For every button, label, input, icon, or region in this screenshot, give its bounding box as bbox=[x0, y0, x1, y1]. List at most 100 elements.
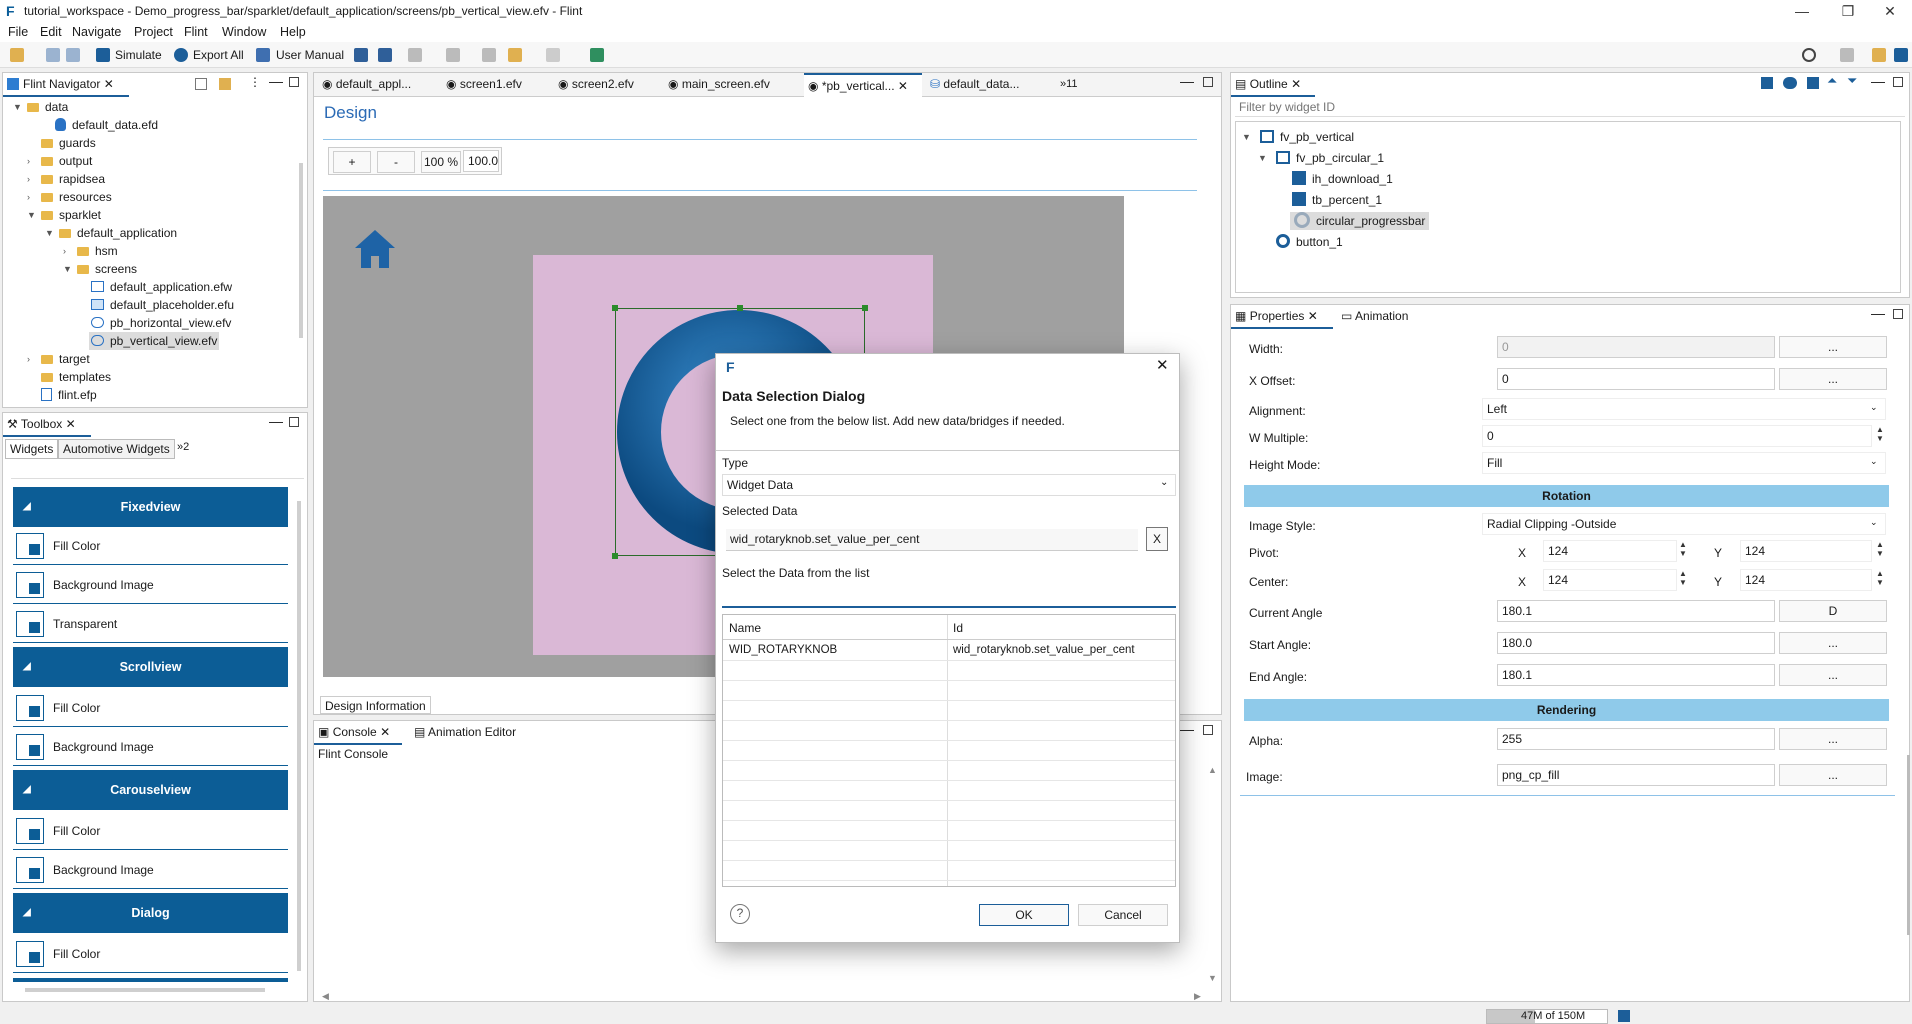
minimize-icon[interactable]: — bbox=[269, 413, 283, 429]
close-icon[interactable]: ✕ bbox=[1156, 356, 1169, 374]
image-field[interactable]: png_cp_fill bbox=[1497, 764, 1775, 786]
export-all-button[interactable]: Export All bbox=[193, 48, 244, 62]
close-window-button[interactable]: ✕ bbox=[1868, 0, 1912, 22]
tree-file-pb-vertical[interactable]: pb_vertical_view.efv bbox=[89, 332, 220, 350]
minimize-icon[interactable]: — bbox=[1180, 721, 1194, 737]
maximize-icon[interactable] bbox=[1893, 77, 1903, 87]
menu-help[interactable]: Help bbox=[280, 25, 306, 39]
zoom-out-button[interactable]: - bbox=[377, 151, 415, 173]
tree-folder-sparklet[interactable]: ▼ sparklet bbox=[27, 206, 101, 224]
pivot-x-field[interactable]: 124 bbox=[1543, 540, 1677, 562]
selected-data-field[interactable]: wid_rotaryknob.set_value_per_cent bbox=[726, 529, 1138, 551]
tab-console[interactable]: ▣ Console ✕ bbox=[314, 721, 402, 745]
gc-icon[interactable] bbox=[1618, 1010, 1630, 1022]
more-editor-tabs[interactable]: »11 bbox=[1056, 73, 1086, 97]
close-icon[interactable]: ✕ bbox=[1308, 309, 1318, 323]
section-fixedview[interactable]: ◢ Fixedview bbox=[13, 487, 288, 527]
link-editor-icon[interactable] bbox=[219, 78, 231, 90]
ok-button[interactable]: OK bbox=[979, 904, 1069, 926]
maximize-icon[interactable] bbox=[1203, 77, 1213, 87]
minimize-icon[interactable]: — bbox=[1871, 305, 1885, 321]
image-style-select[interactable]: Radial Clipping -Outside bbox=[1482, 513, 1886, 535]
resize-handle[interactable] bbox=[612, 553, 618, 559]
section-carouselview[interactable]: ◢ Carouselview bbox=[13, 770, 288, 810]
alpha-field[interactable]: 255 bbox=[1497, 728, 1775, 750]
tab-pb-vertical[interactable]: ◉ *pb_vertical... ✕ bbox=[804, 73, 922, 97]
tool-icon[interactable] bbox=[408, 48, 422, 62]
move-down-icon[interactable]: ⏷ bbox=[1847, 73, 1857, 89]
forward-arrow-icon[interactable] bbox=[546, 48, 560, 62]
save-icon[interactable] bbox=[46, 48, 60, 62]
widget-fill-color[interactable]: Fill Color bbox=[13, 935, 288, 973]
more-tabs[interactable]: »2 bbox=[177, 441, 189, 453]
tree-folder-default-application[interactable]: ▼ default_application bbox=[45, 224, 177, 242]
lock-icon[interactable] bbox=[1761, 77, 1773, 89]
outline-item[interactable]: tb_percent_1 bbox=[1292, 191, 1382, 209]
collapse-all-icon[interactable] bbox=[195, 78, 207, 90]
widget-background-image[interactable]: Background Image bbox=[13, 851, 288, 889]
redo-icon[interactable] bbox=[378, 48, 392, 62]
pivot-y-spinner[interactable]: ▲ ▼ bbox=[1874, 540, 1886, 562]
tree-file-default-placeholder[interactable]: default_placeholder.efu bbox=[91, 296, 234, 314]
tab-widgets[interactable]: Widgets bbox=[5, 439, 59, 459]
section-scrollview[interactable]: ◢ Scrollview bbox=[13, 647, 288, 687]
navigator-scrollbar[interactable] bbox=[299, 163, 303, 338]
menu-project[interactable]: Project bbox=[134, 25, 173, 39]
properties-scrollbar[interactable] bbox=[1907, 755, 1910, 935]
close-icon[interactable]: ✕ bbox=[104, 77, 114, 91]
center-y-field[interactable]: 124 bbox=[1740, 569, 1872, 591]
help-icon[interactable]: ? bbox=[730, 904, 750, 924]
wmultiple-spinner[interactable]: ▲ ▼ bbox=[1874, 425, 1886, 447]
minimize-icon[interactable]: — bbox=[1871, 73, 1885, 89]
center-x-field[interactable]: 124 bbox=[1543, 569, 1677, 591]
tree-folder-hsm[interactable]: › hsm bbox=[63, 242, 118, 260]
menu-file[interactable]: File bbox=[8, 25, 28, 39]
resize-handle[interactable] bbox=[737, 305, 743, 311]
menu-flint[interactable]: Flint bbox=[184, 25, 208, 39]
alignment-select[interactable]: Left bbox=[1482, 398, 1886, 420]
tree-folder-guards[interactable]: guards bbox=[41, 134, 96, 152]
tab-screen1[interactable]: ◉ screen1.efv bbox=[442, 73, 550, 97]
height-mode-select[interactable]: Fill bbox=[1482, 452, 1886, 474]
image-more-button[interactable]: ... bbox=[1779, 764, 1887, 786]
width-field[interactable]: 0 bbox=[1497, 336, 1775, 358]
tree-folder-target[interactable]: › target bbox=[27, 350, 90, 368]
close-icon[interactable]: ✕ bbox=[380, 725, 390, 739]
close-icon[interactable]: ✕ bbox=[1291, 77, 1301, 91]
widget-transparent[interactable]: Transparent bbox=[13, 605, 288, 643]
widget-fill-color[interactable]: Fill Color bbox=[13, 689, 288, 727]
maximize-icon[interactable] bbox=[1893, 309, 1903, 319]
alpha-more-button[interactable]: ... bbox=[1779, 728, 1887, 750]
tree-folder-templates[interactable]: templates bbox=[41, 368, 111, 386]
export-icon[interactable] bbox=[174, 48, 188, 62]
outline-item[interactable]: ▼ fv_pb_circular_1 bbox=[1258, 149, 1384, 167]
restore-button[interactable]: ❐ bbox=[1826, 0, 1870, 22]
tree-folder-output[interactable]: › output bbox=[27, 152, 92, 170]
tab-screen2[interactable]: ◉ screen2.efv bbox=[554, 73, 654, 97]
current-angle-data-button[interactable]: D bbox=[1779, 600, 1887, 622]
close-icon[interactable]: ✕ bbox=[66, 417, 76, 431]
tab-animation[interactable]: ▭ Animation bbox=[1337, 305, 1427, 329]
column-header-name[interactable]: Name bbox=[729, 621, 761, 635]
user-manual-button[interactable]: User Manual bbox=[276, 48, 344, 62]
end-angle-more-button[interactable]: ... bbox=[1779, 664, 1887, 686]
width-more-button[interactable]: ... bbox=[1779, 336, 1887, 358]
menu-window[interactable]: Window bbox=[222, 25, 266, 39]
tree-folder-resources[interactable]: › resources bbox=[27, 188, 112, 206]
section-dialog[interactable]: ◢ Dialog bbox=[13, 893, 288, 933]
cancel-button[interactable]: Cancel bbox=[1078, 904, 1168, 926]
start-angle-field[interactable]: 180.0 bbox=[1497, 632, 1775, 654]
delete-icon[interactable] bbox=[1807, 77, 1819, 89]
minimize-icon[interactable]: — bbox=[269, 73, 283, 89]
tab-properties[interactable]: ▦ Properties ✕ bbox=[1231, 305, 1333, 329]
scroll-up-icon[interactable]: ▲ bbox=[1208, 765, 1217, 775]
maximize-icon[interactable] bbox=[289, 417, 299, 427]
undo-icon[interactable] bbox=[354, 48, 368, 62]
maximize-icon[interactable] bbox=[1203, 725, 1213, 735]
toolbox-scrollbar[interactable] bbox=[297, 501, 301, 971]
type-select[interactable]: Widget Data bbox=[722, 474, 1176, 496]
flint-perspective-icon[interactable] bbox=[1894, 48, 1908, 62]
tab-default-data[interactable]: ⛁ default_data... bbox=[926, 73, 1054, 97]
tab-default-appl[interactable]: ◉ default_appl... bbox=[318, 73, 436, 97]
minimize-button[interactable]: — bbox=[1780, 0, 1824, 22]
